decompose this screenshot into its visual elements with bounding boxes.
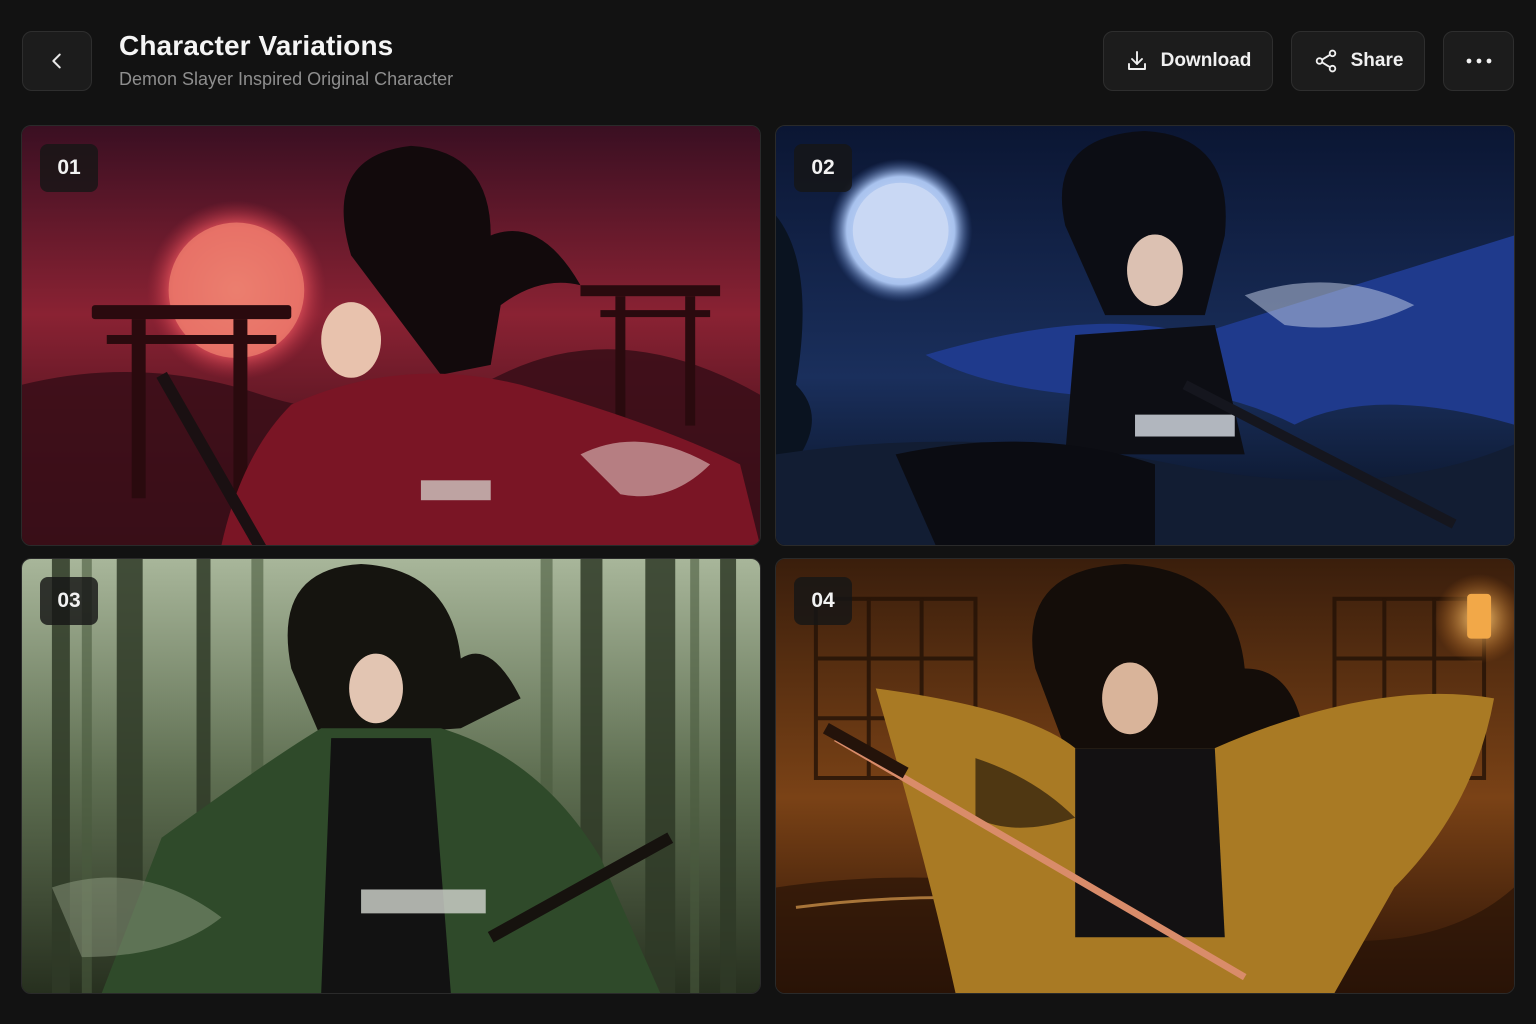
variation-image xyxy=(776,559,1514,993)
more-options-button[interactable] xyxy=(1443,31,1514,91)
download-icon xyxy=(1127,51,1146,70)
variation-card[interactable]: 01 xyxy=(21,125,761,546)
variation-image xyxy=(22,559,760,993)
variation-image xyxy=(776,126,1514,545)
share-icon xyxy=(1315,49,1336,73)
download-button[interactable]: Download xyxy=(1103,31,1273,91)
variation-image xyxy=(22,126,760,545)
variation-card[interactable]: 02 xyxy=(775,125,1515,546)
back-button[interactable] xyxy=(22,31,92,91)
variation-number-badge: 03 xyxy=(40,577,98,625)
page-header: Character Variations Demon Slayer Inspir… xyxy=(0,0,1536,120)
share-label: Share xyxy=(1350,50,1404,71)
page-title: Character Variations xyxy=(119,30,394,61)
variation-card[interactable]: 03 xyxy=(21,558,761,994)
variation-number-badge: 04 xyxy=(794,577,852,625)
page-subtitle: Demon Slayer Inspired Original Character xyxy=(119,69,454,89)
more-horizontal-icon xyxy=(1466,58,1491,64)
variation-number-badge: 02 xyxy=(794,144,852,192)
download-label: Download xyxy=(1160,50,1252,71)
chevron-left-icon xyxy=(52,53,61,69)
share-button[interactable]: Share xyxy=(1291,31,1425,91)
variation-number-badge: 01 xyxy=(40,144,98,192)
variation-card[interactable]: 04 xyxy=(775,558,1515,994)
